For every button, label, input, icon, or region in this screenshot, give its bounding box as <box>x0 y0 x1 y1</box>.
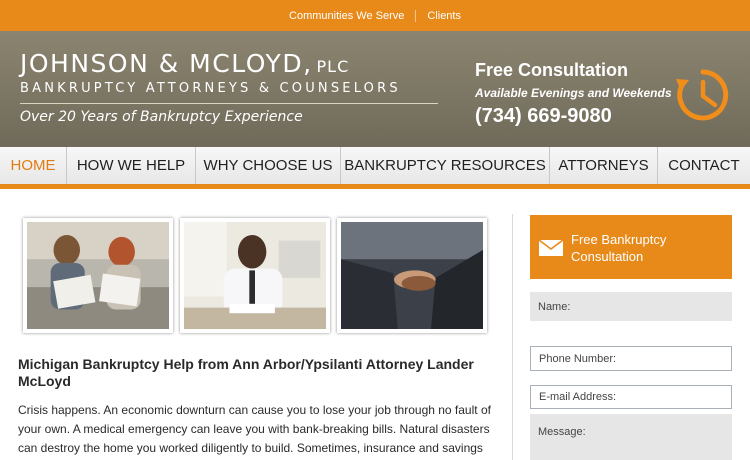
mail-icon <box>538 239 564 256</box>
header-rule <box>20 103 438 104</box>
clients-link[interactable]: Clients <box>427 10 461 22</box>
consultation-title: Free Consultation <box>475 60 629 80</box>
nav-bankruptcy-resources[interactable]: BANKRUPTCY RESOURCES <box>341 147 550 184</box>
site-header: JOHNSON & MCLOYD, PLC BANKRUPTCY ATTORNEY… <box>0 31 750 147</box>
nav-how-we-help[interactable]: HOW WE HELP <box>67 147 196 184</box>
phone-field[interactable]: Phone Number: <box>530 346 732 371</box>
consultation-hours: Available Evenings and Weekends <box>475 86 672 100</box>
clock-icon <box>676 69 729 121</box>
sidebar-divider <box>512 214 513 460</box>
top-bar: Communities We Serve Clients <box>0 0 750 31</box>
intro-paragraph: Crisis happens. An economic downturn can… <box>18 403 491 455</box>
firm-name: JOHNSON & MCLOYD, <box>20 49 313 78</box>
firm-logo[interactable]: JOHNSON & MCLOYD, PLC <box>20 49 349 78</box>
main-nav: HOME HOW WE HELP WHY CHOOSE US BANKRUPTC… <box>0 147 750 189</box>
nav-why-choose-us[interactable]: WHY CHOOSE US <box>196 147 341 184</box>
firm-suffix: PLC <box>316 57 350 76</box>
name-field[interactable]: Name: <box>530 292 732 321</box>
phone-number[interactable]: (734) 669-9080 <box>475 105 612 128</box>
photo-stressed-couple <box>23 218 173 333</box>
topbar-separator <box>415 9 417 22</box>
nav-contact[interactable]: CONTACT <box>658 147 750 184</box>
message-field[interactable]: Message: <box>530 414 732 460</box>
page-headline: Michigan Bankruptcy Help from Ann Arbor/… <box>18 356 474 389</box>
email-field[interactable]: E-mail Address: <box>530 385 732 409</box>
cta-label: Free Bankruptcy Consultation <box>571 232 667 264</box>
nav-home[interactable]: HOME <box>0 147 67 184</box>
firm-tagline: Over 20 Years of Bankruptcy Experience <box>20 109 303 125</box>
firm-subtitle: BANKRUPTCY ATTORNEYS & COUNSELORS <box>20 81 401 96</box>
photo-attorney <box>180 218 330 333</box>
communities-we-serve-link[interactable]: Communities We Serve <box>289 10 404 22</box>
free-consultation-button[interactable]: Free Bankruptcy Consultation <box>530 215 732 279</box>
nav-attorneys[interactable]: ATTORNEYS <box>550 147 658 184</box>
photo-handshake <box>337 218 487 333</box>
